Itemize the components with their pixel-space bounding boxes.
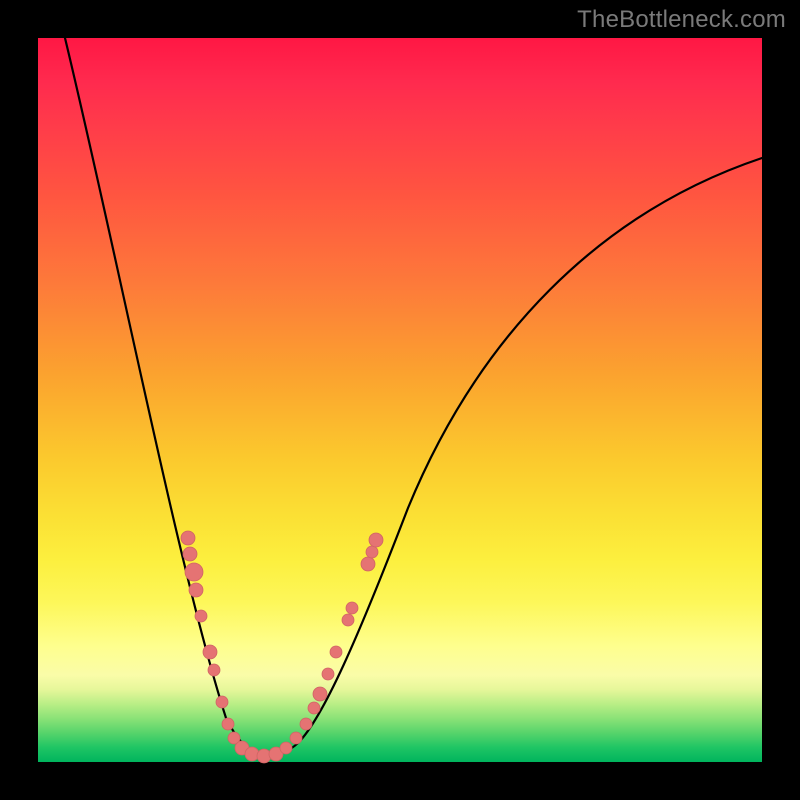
data-dot <box>189 583 203 597</box>
data-dot <box>290 732 302 744</box>
data-dot <box>361 557 375 571</box>
data-dot <box>216 696 228 708</box>
data-dot <box>346 602 358 614</box>
data-dot <box>195 610 207 622</box>
data-dot <box>308 702 320 714</box>
curve-layer <box>38 38 762 762</box>
watermark-text: TheBottleneck.com <box>577 6 786 34</box>
data-dot <box>222 718 234 730</box>
bottleneck-curve <box>65 38 762 756</box>
data-dot <box>330 646 342 658</box>
data-dot <box>280 742 292 754</box>
data-dot <box>322 668 334 680</box>
data-dot <box>183 547 197 561</box>
data-dot <box>208 664 220 676</box>
data-dot <box>181 531 195 545</box>
data-dot <box>366 546 378 558</box>
data-dot <box>369 533 383 547</box>
plot-area <box>38 38 762 762</box>
data-dot <box>342 614 354 626</box>
data-dot <box>300 718 312 730</box>
chart-frame: TheBottleneck.com <box>0 0 800 800</box>
data-dot <box>185 563 203 581</box>
data-dot <box>203 645 217 659</box>
data-dot <box>313 687 327 701</box>
